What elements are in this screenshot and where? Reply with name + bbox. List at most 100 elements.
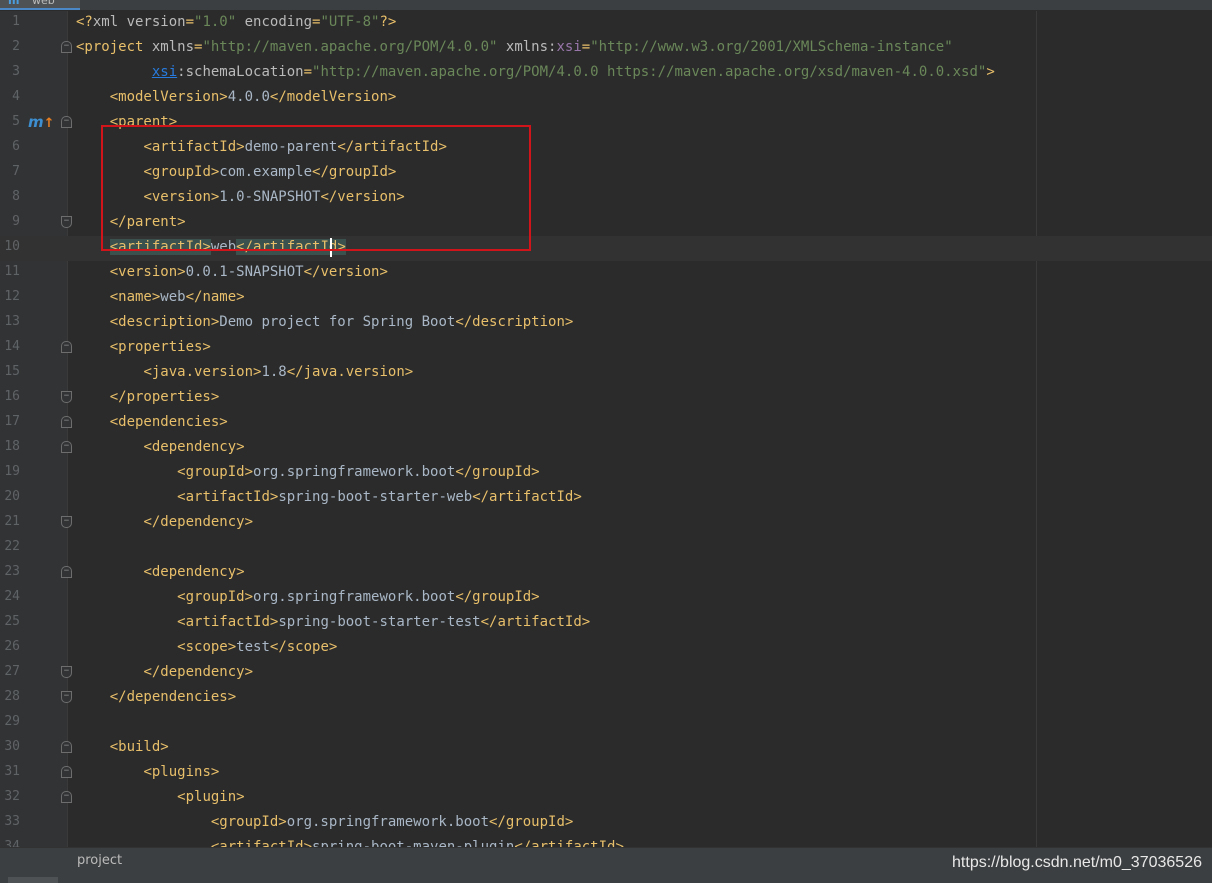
code-line[interactable]: 20 <artifactId>spring-boot-starter-web</… — [0, 486, 1212, 511]
fold-end-icon[interactable]: − — [61, 216, 72, 228]
line-number: 32 — [4, 789, 20, 804]
code-line[interactable]: 32 − <plugin> — [0, 786, 1212, 811]
code-line[interactable]: 11 <version>0.0.1-SNAPSHOT</version> — [0, 261, 1212, 286]
line-number: 20 — [4, 489, 20, 504]
code-line[interactable]: 14 − <properties> — [0, 336, 1212, 361]
code-token: = — [303, 64, 313, 80]
code-token: = — [185, 14, 195, 30]
code-line[interactable]: 22 — [0, 536, 1212, 561]
tab-web-pom[interactable]: m web — [0, 0, 80, 10]
code-line[interactable]: 19 <groupId>org.springframework.boot</gr… — [0, 461, 1212, 486]
code-line[interactable]: 17 − <dependencies> — [0, 411, 1212, 436]
code-line[interactable]: 33 <groupId>org.springframework.boot</gr… — [0, 811, 1212, 836]
code-line[interactable]: 13 <description>Demo project for Spring … — [0, 311, 1212, 336]
code-line[interactable]: 31 − <plugins> — [0, 761, 1212, 786]
fold-collapse-icon[interactable]: − — [61, 341, 72, 353]
line-number: 8 — [12, 189, 20, 204]
code-line[interactable]: 4 <modelVersion>4.0.0</modelVersion> — [0, 86, 1212, 111]
code-token: </dependency> — [143, 664, 254, 680]
code-line[interactable]: 18 − <dependency> — [0, 436, 1212, 461]
line-number: 4 — [12, 89, 20, 104]
code-text: <?xml version="1.0" encoding="UTF-8"?> — [76, 14, 396, 30]
fold-end-icon[interactable]: − — [61, 666, 72, 678]
code-token: org.springframework.boot — [286, 814, 490, 830]
code-token: </artifactId> — [514, 839, 624, 847]
code-token: org.springframework.boot — [253, 589, 456, 605]
line-number: 17 — [4, 414, 20, 429]
code-token: <properties> — [109, 339, 211, 355]
breadcrumb-project[interactable]: project — [77, 853, 122, 868]
code-line[interactable]: 2 − <project xmlns = "http://maven.apache.or… — [0, 36, 1212, 61]
code-line[interactable]: 24 <groupId>org.springframework.boot</gr… — [0, 586, 1212, 611]
code-line[interactable]: 12 <name>web</name> — [0, 286, 1212, 311]
code-line[interactable]: 1 <?xml version="1.0" encoding="UTF-8"?> — [0, 11, 1212, 36]
code-line[interactable]: 15 <java.version>1.8</java.version> — [0, 361, 1212, 386]
code-token: spring-boot-maven-plugin — [312, 839, 515, 847]
code-line[interactable]: 25 <artifactId>spring-boot-starter-test<… — [0, 611, 1212, 636]
code-token: </description> — [455, 314, 574, 330]
fold-collapse-icon[interactable]: − — [61, 41, 72, 53]
line-number: 34 — [4, 839, 20, 847]
code-token: xml version — [92, 14, 186, 30]
code-token: spring-boot-starter-test — [278, 614, 481, 630]
maven-file-icon: m — [8, 0, 20, 7]
code-token: <dependencies> — [109, 414, 228, 430]
fold-end-icon[interactable]: − — [61, 691, 72, 703]
line-number: 10 — [4, 239, 20, 254]
code-token: <build> — [109, 739, 169, 755]
fold-collapse-icon[interactable]: − — [61, 766, 72, 778]
line-number: 28 — [4, 689, 20, 704]
code-token: <artifactId> — [177, 489, 279, 505]
code-text: <properties> — [76, 339, 211, 355]
code-token: <version> — [109, 264, 186, 280]
fold-collapse-icon[interactable]: − — [61, 416, 72, 428]
code-token: Demo project for Spring Boot — [219, 314, 456, 330]
line-number: 27 — [4, 664, 20, 679]
tool-window-button[interactable] — [8, 877, 58, 883]
code-text: <java.version>1.8</java.version> — [76, 364, 413, 380]
code-line[interactable]: 16 − </properties> — [0, 386, 1212, 411]
code-token: <scope> — [177, 639, 237, 655]
code-line[interactable]: 3 xsi:schemaLocation="http://maven.apach… — [0, 61, 1212, 86]
code-text: <dependency> — [76, 439, 244, 455]
code-line[interactable]: 26 <scope>test</scope> — [0, 636, 1212, 661]
code-line[interactable]: 29 — [0, 711, 1212, 736]
code-line[interactable]: 28 − </dependencies> — [0, 686, 1212, 711]
fold-collapse-icon[interactable]: − — [61, 116, 72, 128]
fold-collapse-icon[interactable]: − — [61, 741, 72, 753]
code-line[interactable]: 21 − </dependency> — [0, 511, 1212, 536]
code-token: = — [581, 39, 591, 55]
code-text: <groupId>org.springframework.boot</group… — [76, 814, 573, 830]
code-token: "http://maven.apache.org/POM/4.0.0" — [202, 39, 498, 55]
code-text: </properties> — [76, 389, 220, 405]
code-text: <plugins> — [76, 764, 219, 780]
fold-collapse-icon[interactable]: − — [61, 441, 72, 453]
code-token: </modelVersion> — [269, 89, 397, 105]
code-token: xmlns — [143, 39, 195, 55]
code-line[interactable]: 34 <artifactId>spring-boot-maven-plugin<… — [0, 836, 1212, 847]
maven-parent-navigate-icon[interactable]: m↑ — [28, 113, 55, 131]
fold-collapse-icon[interactable]: − — [61, 791, 72, 803]
code-token: web — [160, 289, 186, 305]
code-line[interactable]: 23 − <dependency> — [0, 561, 1212, 586]
code-line[interactable]: 30 − <build> — [0, 736, 1212, 761]
code-token: :schemaLocation — [177, 64, 304, 80]
fold-collapse-icon[interactable]: − — [61, 566, 72, 578]
code-text: </dependencies> — [76, 689, 236, 705]
code-line[interactable]: 27 − </dependency> — [0, 661, 1212, 686]
fold-end-icon[interactable]: − — [61, 516, 72, 528]
code-editor[interactable]: 1 <?xml version="1.0" encoding="UTF-8"?> 2… — [0, 11, 1212, 847]
fold-end-icon[interactable]: − — [61, 391, 72, 403]
code-token: 0.0.1-SNAPSHOT — [185, 264, 304, 280]
